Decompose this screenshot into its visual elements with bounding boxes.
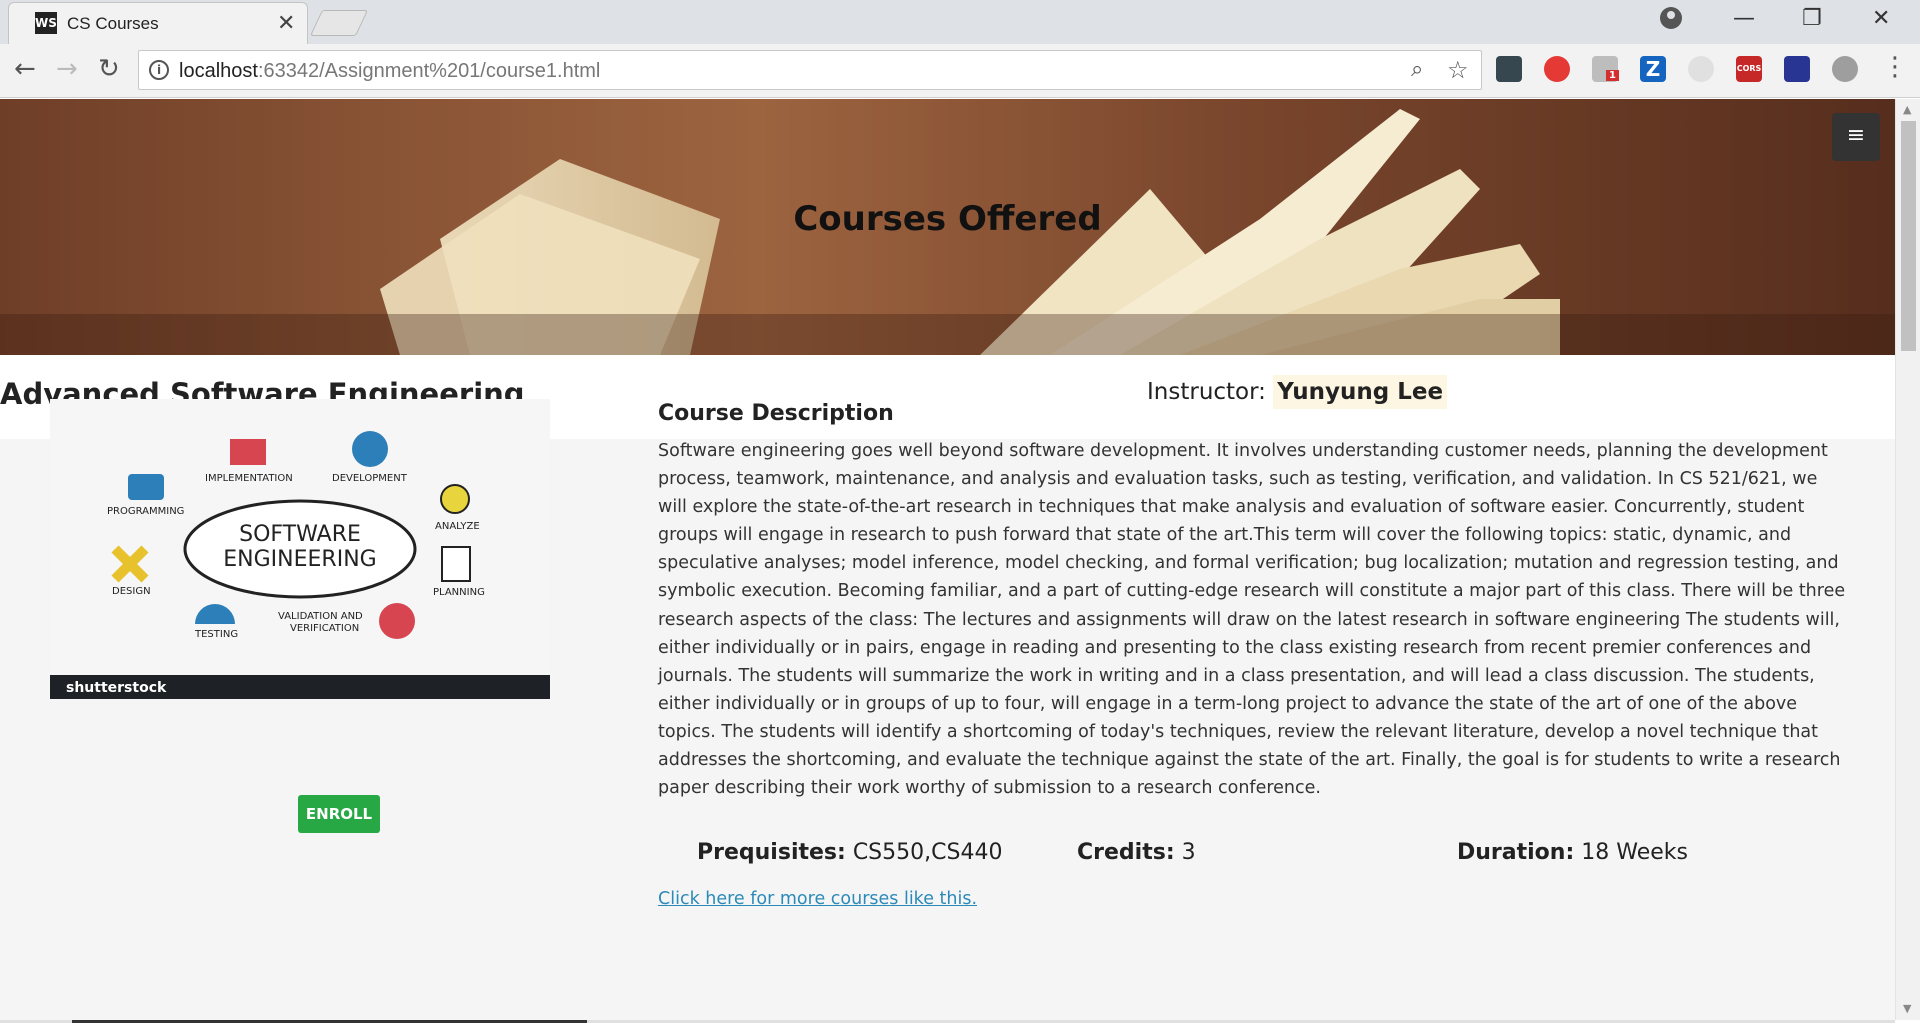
scroll-thumb[interactable] bbox=[1901, 121, 1916, 351]
instructor-label: Instructor: bbox=[1147, 379, 1266, 405]
reload-icon[interactable]: ↻ bbox=[98, 54, 120, 84]
diagram-node-label: PROGRAMMING bbox=[107, 506, 184, 517]
restore-icon[interactable]: ❐ bbox=[1802, 6, 1822, 31]
course-image: SOFTWARE ENGINEERING IMPLEMENTATION DEVE… bbox=[50, 399, 550, 699]
page-title: Courses Offered bbox=[793, 199, 1102, 239]
analyze-icon bbox=[440, 484, 470, 514]
instructor-name: Yunyung Lee bbox=[1273, 375, 1448, 409]
extension-feather-icon[interactable] bbox=[1688, 56, 1714, 82]
tab-close-icon[interactable]: ✕ bbox=[277, 11, 295, 36]
close-icon[interactable]: ✕ bbox=[1872, 6, 1890, 31]
instructor-line: Instructor: Yunyung Lee bbox=[1147, 375, 1448, 409]
validation-icon bbox=[379, 603, 415, 639]
url-text[interactable]: localhost:63342/Assignment%201/course1.h… bbox=[179, 60, 600, 83]
diagram-node-label: DEVELOPMENT bbox=[332, 473, 408, 484]
back-icon[interactable]: ← bbox=[14, 54, 36, 84]
prereq-value: CS550,CS440 bbox=[852, 840, 1003, 865]
star-icon[interactable]: ☆ bbox=[1447, 56, 1469, 84]
hamburger-icon[interactable]: ≡ bbox=[1832, 113, 1880, 161]
extension-password-icon[interactable] bbox=[1496, 56, 1522, 82]
image-watermark-bar: shutterstock bbox=[50, 675, 550, 699]
forward-icon[interactable]: → bbox=[56, 54, 78, 84]
image-watermark: shutterstock bbox=[66, 680, 167, 696]
page-viewport: Courses Offered ≡ Advanced Software Engi… bbox=[0, 99, 1895, 1020]
new-tab-button[interactable] bbox=[309, 10, 369, 36]
diagram-node-label: VERIFICATION bbox=[290, 623, 359, 634]
extension-cors-icon[interactable]: CORS bbox=[1736, 56, 1762, 82]
hero-banner: Courses Offered ≡ bbox=[0, 99, 1895, 355]
credits: Credits: 3 bbox=[1077, 840, 1196, 865]
extension-opera-icon[interactable] bbox=[1544, 56, 1570, 82]
prereq-label: Prequisites: bbox=[697, 840, 846, 865]
browser-tab[interactable]: WS CS Courses ✕ bbox=[8, 2, 308, 44]
development-icon bbox=[352, 431, 388, 467]
scroll-up-icon[interactable]: ▲ bbox=[1903, 103, 1911, 116]
description-heading: Course Description bbox=[658, 401, 894, 426]
tab-title: CS Courses bbox=[67, 14, 159, 33]
planning-icon bbox=[441, 546, 471, 582]
url-path: :63342/Assignment%201/course1.html bbox=[257, 60, 601, 82]
extension-shield-icon[interactable]: 1 bbox=[1592, 56, 1619, 82]
credits-label: Credits: bbox=[1077, 840, 1175, 865]
diagram-node-label: VALIDATION AND bbox=[278, 611, 363, 622]
enroll-button[interactable]: ENROLL bbox=[298, 795, 380, 833]
diagram-node-label: ANALYZE bbox=[435, 521, 480, 532]
credits-value: 3 bbox=[1181, 840, 1196, 865]
extension-bookmark-icon[interactable] bbox=[1784, 56, 1810, 82]
minimize-icon[interactable]: — bbox=[1733, 6, 1755, 31]
scroll-down-icon[interactable]: ▼ bbox=[1903, 1002, 1911, 1015]
url-host: localhost bbox=[179, 60, 258, 82]
diagram-center-line1: SOFTWARE bbox=[239, 522, 361, 547]
info-icon[interactable]: i bbox=[149, 60, 169, 80]
webstorm-favicon-icon: WS bbox=[35, 12, 57, 34]
more-courses-link[interactable]: Click here for more courses like this. bbox=[658, 889, 977, 909]
vertical-scrollbar[interactable]: ▲ ▼ bbox=[1895, 99, 1920, 1020]
diagram-node-label: IMPLEMENTATION bbox=[205, 473, 293, 484]
address-bar[interactable]: i localhost:63342/Assignment%201/course1… bbox=[138, 50, 1482, 90]
diagram-node-label: TESTING bbox=[194, 629, 238, 640]
extension-z-icon[interactable]: Z bbox=[1640, 56, 1666, 82]
browser-toolbar: ← → ↻ i localhost:63342/Assignment%201/c… bbox=[0, 44, 1920, 98]
course-description: Software engineering goes well beyond so… bbox=[658, 441, 1846, 799]
extension-k-icon[interactable] bbox=[1832, 56, 1858, 82]
menu-dots-icon[interactable]: ⋮ bbox=[1882, 52, 1908, 82]
software-engineering-diagram: SOFTWARE ENGINEERING IMPLEMENTATION DEVE… bbox=[50, 399, 550, 699]
tab-strip: WS CS Courses ✕ — ❐ ✕ bbox=[0, 0, 1920, 44]
diagram-node-label: DESIGN bbox=[112, 586, 151, 597]
programming-icon bbox=[128, 474, 164, 500]
extension-badge: 1 bbox=[1606, 70, 1619, 81]
zoom-icon[interactable]: ⌕ bbox=[1411, 57, 1423, 82]
diagram-node-label: PLANNING bbox=[433, 587, 485, 598]
user-icon[interactable] bbox=[1660, 7, 1682, 29]
duration: Duration: 18 Weeks bbox=[1457, 840, 1688, 865]
duration-label: Duration: bbox=[1457, 840, 1575, 865]
duration-value: 18 Weeks bbox=[1581, 840, 1688, 865]
diagram-center-line2: ENGINEERING bbox=[223, 547, 376, 572]
prerequisites: Prequisites: CS550,CS440 bbox=[697, 840, 1002, 865]
implementation-icon bbox=[230, 439, 266, 465]
